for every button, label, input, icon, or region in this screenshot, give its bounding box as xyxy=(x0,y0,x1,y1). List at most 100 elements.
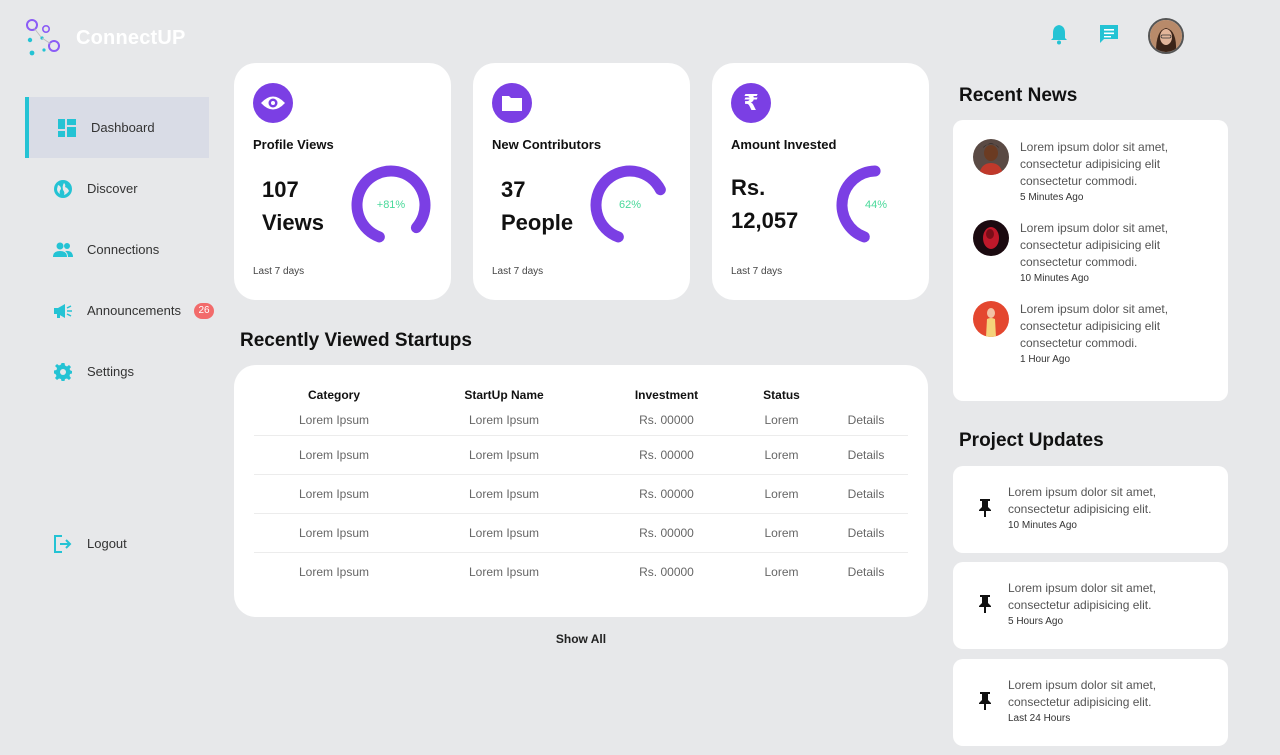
sidebar-item-label: Discover xyxy=(87,181,138,196)
startups-title: Recently Viewed Startups xyxy=(240,330,472,351)
category-cell: Lorem Ipsum xyxy=(254,405,414,436)
status-cell: Lorem xyxy=(764,565,799,579)
details-link[interactable]: Details xyxy=(824,405,908,436)
avatar xyxy=(973,301,1009,337)
show-all-button[interactable]: Show All xyxy=(540,632,622,646)
stat-period: Last 7 days xyxy=(731,266,783,277)
update-card[interactable]: Lorem ipsum dolor sit amet, consectetur … xyxy=(953,466,1228,553)
logo-icon xyxy=(26,19,60,56)
folder-icon xyxy=(492,83,532,123)
investment-cell: Rs. 00000 xyxy=(594,405,739,436)
column-header: Status xyxy=(763,388,800,402)
startup-name-cell: Lorem Ipsum xyxy=(468,565,540,579)
table-header-row: Category StartUp Name Investment Status xyxy=(254,385,908,405)
pin-icon xyxy=(979,595,991,613)
stat-card-profile-views: Profile Views 107 Views +81% Last 7 days xyxy=(234,63,451,300)
logout-icon xyxy=(53,534,73,554)
logout-label: Logout xyxy=(87,536,127,551)
status-cell: Lorem xyxy=(739,513,824,553)
announcements-badge: 26 xyxy=(194,302,214,319)
news-item[interactable]: Lorem ipsum dolor sit amet, consectetur … xyxy=(973,220,1195,287)
category-cell: Lorem Ipsum xyxy=(254,474,414,514)
people-icon xyxy=(53,240,73,260)
sidebar-item-announcements[interactable]: Announcements 26 xyxy=(25,280,214,341)
column-header: Category xyxy=(307,388,360,402)
pin-icon xyxy=(979,499,991,517)
investment-cell: Rs. 00000 xyxy=(594,513,739,553)
table-row: Lorem Ipsum Lorem Ipsum Rs. 00000 Lorem … xyxy=(254,553,908,592)
news-item[interactable]: Lorem ipsum dolor sit amet, consectetur … xyxy=(973,139,1195,206)
update-text: Lorem ipsum dolor sit amet, consectetur … xyxy=(1008,678,1157,709)
user-avatar[interactable] xyxy=(1148,18,1184,54)
stat-label: New Contributors xyxy=(492,137,602,152)
stat-percent: 62% xyxy=(618,199,642,211)
update-text: Lorem ipsum dolor sit amet, consectetur … xyxy=(1008,581,1157,612)
sidebar-item-discover[interactable]: Discover xyxy=(25,158,209,219)
bell-icon[interactable] xyxy=(1048,23,1070,50)
column-header: Investment xyxy=(634,388,699,402)
gear-icon xyxy=(53,362,73,382)
rupee-icon: ₹ xyxy=(731,83,771,123)
avatar xyxy=(973,220,1009,256)
stat-value: 107 Views xyxy=(262,173,324,239)
update-card[interactable]: Lorem ipsum dolor sit amet, consectetur … xyxy=(953,659,1228,746)
updates-title: Project Updates xyxy=(959,430,1104,451)
details-link[interactable]: Details xyxy=(824,435,908,475)
stat-label: Profile Views xyxy=(253,137,334,152)
news-text: Lorem ipsum dolor sit amet, consectetur … xyxy=(1020,140,1169,188)
status-cell: Lorem xyxy=(739,474,824,514)
table-row: Lorem Ipsum Lorem Ipsum Rs. 00000 Lorem … xyxy=(254,513,908,553)
stat-label: Amount Invested xyxy=(731,137,837,152)
app-logo[interactable]: ConnectUP xyxy=(24,16,186,60)
stat-period: Last 7 days xyxy=(492,266,544,277)
table-row: Lorem Ipsum Lorem Ipsum Rs. 00000 Lorem … xyxy=(254,435,908,475)
table-row: Lorem Ipsum Lorem Ipsum Rs. 00000 Lorem … xyxy=(254,474,908,514)
news-card: Lorem ipsum dolor sit amet, consectetur … xyxy=(953,120,1228,401)
sidebar-item-settings[interactable]: Settings xyxy=(25,341,209,402)
startup-name-cell: Lorem Ipsum xyxy=(414,474,594,514)
news-item[interactable]: Lorem ipsum dolor sit amet, consectetur … xyxy=(973,301,1195,368)
startups-table-card: Category StartUp Name Investment Status … xyxy=(234,365,928,617)
app-name: ConnectUP xyxy=(76,26,186,49)
update-time: Last 24 Hours xyxy=(1008,713,1071,724)
update-time: 10 Minutes Ago xyxy=(1008,520,1077,531)
details-link[interactable]: Details xyxy=(824,553,908,592)
update-time: 5 Hours Ago xyxy=(1008,616,1064,627)
logout-section: Logout xyxy=(25,513,209,574)
sidebar-item-connections[interactable]: Connections xyxy=(25,219,209,280)
column-header: StartUp Name xyxy=(464,388,544,402)
status-cell: Lorem xyxy=(739,435,824,475)
sidebar-item-label: Connections xyxy=(87,242,160,257)
news-time: 5 Minutes Ago xyxy=(1020,192,1084,203)
startups-table: Category StartUp Name Investment Status … xyxy=(254,385,908,591)
investment-cell: Rs. 00000 xyxy=(639,565,694,579)
stat-value-unit: 12,057 xyxy=(731,208,799,233)
sidebar-item-label: Dashboard xyxy=(91,120,155,135)
logout-button[interactable]: Logout xyxy=(25,513,209,574)
pin-icon xyxy=(979,692,991,710)
details-link[interactable]: Details xyxy=(824,474,908,514)
update-card[interactable]: Lorem ipsum dolor sit amet, consectetur … xyxy=(953,562,1228,649)
news-time: 10 Minutes Ago xyxy=(1020,273,1089,284)
stat-value-number: 107 xyxy=(262,177,299,202)
stat-percent: 44% xyxy=(864,199,888,211)
sidebar-item-label: Announcements xyxy=(87,303,181,318)
stat-percent: +81% xyxy=(376,199,406,211)
stat-value: 37 People xyxy=(501,173,573,239)
avatar xyxy=(973,139,1009,175)
news-text: Lorem ipsum dolor sit amet, consectetur … xyxy=(1020,302,1169,350)
message-icon[interactable] xyxy=(1098,23,1120,50)
column-header xyxy=(824,385,908,405)
sidebar-item-label: Settings xyxy=(87,364,134,379)
table-row: Lorem Ipsum Lorem Ipsum Rs. 00000 Lorem … xyxy=(254,405,908,436)
details-link[interactable]: Details xyxy=(824,513,908,553)
news-time: 1 Hour Ago xyxy=(1020,354,1071,365)
news-title: Recent News xyxy=(959,85,1078,106)
investment-cell: Rs. 00000 xyxy=(594,435,739,475)
category-cell: Lorem Ipsum xyxy=(254,513,414,553)
eye-icon xyxy=(253,83,293,123)
dashboard-icon xyxy=(57,118,77,138)
stat-value-number: Rs. xyxy=(731,175,766,200)
stat-card-new-contributors: New Contributors 37 People 62% Last 7 da… xyxy=(473,63,690,300)
sidebar-item-dashboard[interactable]: Dashboard xyxy=(25,97,209,158)
